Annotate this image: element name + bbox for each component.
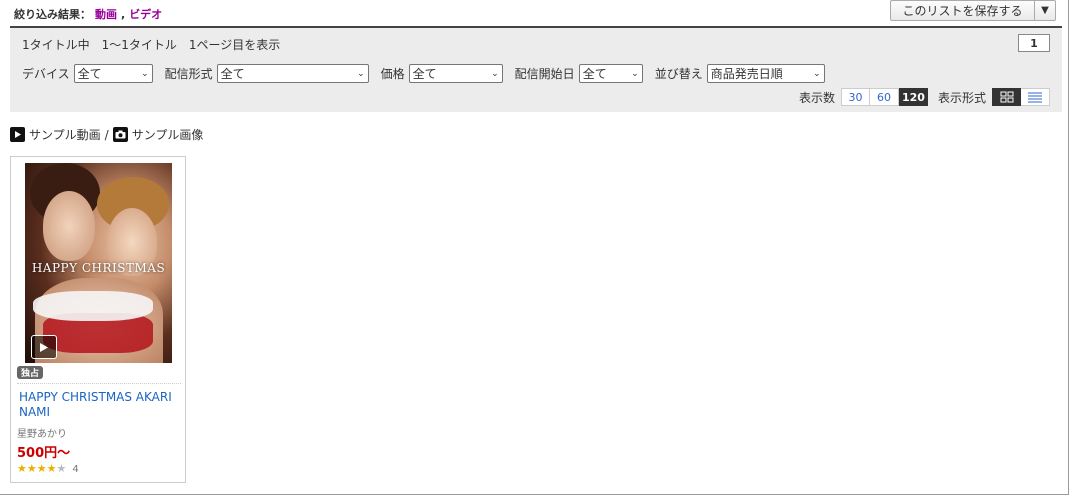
display-count-label: 表示数 [798, 90, 835, 105]
display-format-label: 表示形式 [937, 90, 986, 105]
sort-label: 並び替え [654, 67, 703, 81]
product-price: 500円～ [17, 446, 71, 461]
actress-name[interactable]: 星野あかり [17, 425, 67, 440]
chevron-down-icon: ⌄ [491, 68, 499, 79]
grid-icon [1000, 91, 1013, 103]
star-icon: ★ [56, 462, 67, 475]
save-list-control: このリストを保存する ▼ [890, 0, 1056, 21]
list-view-button[interactable] [1021, 88, 1050, 106]
start-date-select[interactable]: 全て ⌄ [578, 64, 643, 83]
device-label: デバイス [22, 67, 70, 81]
list-icon [1028, 92, 1042, 103]
sample-image-label: サンプル画像 [131, 128, 204, 142]
play-icon [10, 127, 25, 142]
card-divider [17, 383, 181, 384]
star-icon: ★ [17, 462, 27, 475]
camera-icon [112, 127, 128, 142]
display-options: 表示数 30 60 120 表示形式 [799, 88, 1050, 106]
device-select[interactable]: 全て ⌄ [73, 64, 153, 83]
play-sample-button[interactable] [31, 335, 57, 359]
result-count-text: 1タイトル中 1～1タイトル 1ページ目を表示 [22, 38, 281, 52]
thumb-shape [33, 291, 153, 321]
page-number-box[interactable]: 1 [1018, 34, 1050, 52]
count-30-button[interactable]: 30 [840, 88, 870, 106]
product-card[interactable]: HAPPY CHRISTMAS 独占 HAPPY CHRISTMAS AKARI… [10, 156, 186, 483]
thumbnail-caption: HAPPY CHRISTMAS [31, 261, 166, 275]
count-60-button[interactable]: 60 [869, 88, 899, 106]
filter-row: デバイス 全て ⌄ 配信形式 全て ⌄ 価格 全て ⌄ 配信開始日 全て ⌄ 並び替え … [22, 64, 837, 83]
filter-result-label: 絞り込み結果： [14, 8, 91, 21]
sort-select[interactable]: 商品発売日順 ⌄ [706, 64, 825, 83]
chevron-down-icon: ⌄ [357, 68, 365, 79]
chevron-down-icon: ⌄ [141, 68, 149, 79]
save-list-dropdown-button[interactable]: ▼ [1034, 0, 1056, 21]
sample-legend: サンプル動画 / サンプル画像 [10, 126, 203, 143]
grid-view-button[interactable] [992, 88, 1021, 106]
star-icon: ★ [46, 462, 57, 475]
play-icon [40, 342, 48, 352]
start-date-label: 配信開始日 [514, 67, 575, 81]
filter-link-media[interactable]: ビデオ [129, 6, 162, 22]
delivery-type-select[interactable]: 全て ⌄ [216, 64, 369, 83]
star-icon: ★ [36, 462, 47, 475]
thumb-shape [43, 191, 95, 261]
search-panel: 1タイトル中 1～1タイトル 1ページ目を表示 1 デバイス 全て ⌄ 配信形式 … [10, 26, 1062, 112]
rating: ★★★★★ 4 [17, 463, 79, 475]
chevron-down-icon: ⌄ [631, 68, 639, 79]
filter-result-line: 絞り込み結果： 動画 , ビデオ [14, 6, 162, 22]
product-thumbnail[interactable]: HAPPY CHRISTMAS [25, 163, 172, 363]
save-list-button[interactable]: このリストを保存する [890, 0, 1034, 21]
star-icon: ★ [26, 462, 37, 475]
legend-separator: / [104, 127, 109, 142]
price-select[interactable]: 全て ⌄ [408, 64, 503, 83]
review-count[interactable]: 4 [72, 464, 78, 475]
sample-video-label: サンプル動画 [29, 128, 101, 142]
rating-stars: ★★★★★ [17, 463, 66, 475]
product-title-link[interactable]: HAPPY CHRISTMAS AKARI NAMI [19, 390, 181, 420]
delivery-type-label: 配信形式 [164, 67, 213, 81]
exclusive-badge: 独占 [17, 366, 44, 379]
price-label: 価格 [380, 67, 405, 81]
filter-link-video[interactable]: 動画 [95, 6, 117, 22]
count-120-button[interactable]: 120 [898, 88, 928, 106]
filter-separator: , [121, 7, 126, 21]
chevron-down-icon: ⌄ [813, 68, 821, 79]
